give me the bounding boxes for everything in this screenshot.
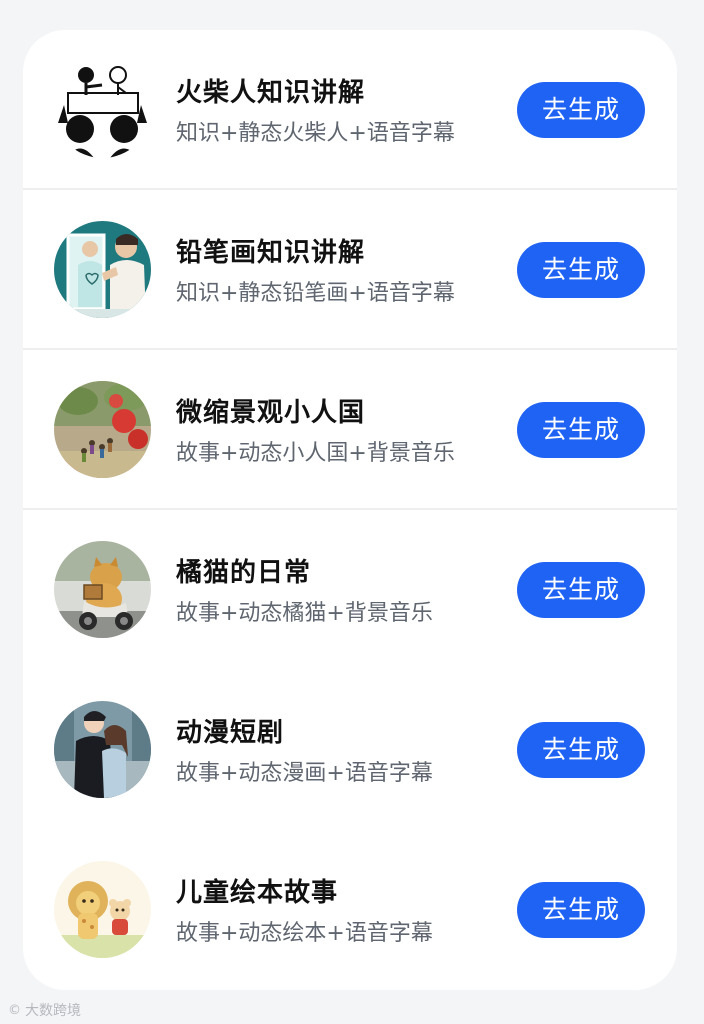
generate-button[interactable]: 去生成 — [517, 722, 645, 778]
item-title: 微缩景观小人国 — [176, 398, 366, 428]
list-item-orange-cat: 橘猫的日常 故事+动态橘猫+背景音乐 去生成 — [23, 510, 677, 670]
list-item-stickman: 火柴人知识讲解 知识+静态火柴人+语音字幕 去生成 — [23, 30, 677, 190]
watermark-text: 大数跨境 — [25, 1003, 81, 1019]
item-title: 铅笔画知识讲解 — [176, 238, 366, 268]
miniature-strawberry-image — [54, 381, 151, 478]
generate-button[interactable]: 去生成 — [517, 562, 645, 618]
list-item-picture-book: 儿童绘本故事 故事+动态绘本+语音字幕 去生成 — [23, 830, 677, 990]
item-subtitle: 故事+动态漫画+语音字幕 — [176, 761, 433, 786]
item-subtitle: 故事+动态小人国+背景音乐 — [176, 441, 455, 466]
item-title: 火柴人知识讲解 — [176, 78, 366, 108]
item-title: 动漫短剧 — [176, 718, 285, 748]
template-list-card: 火柴人知识讲解 知识+静态火柴人+语音字幕 去生成 铅笔画知识讲解 知识+静态铅… — [23, 30, 677, 990]
watermark-logo-icon: © — [8, 1002, 21, 1018]
anime-couple-image — [54, 701, 151, 798]
orange-cat-scooter-image — [54, 541, 151, 638]
generate-button[interactable]: 去生成 — [517, 882, 645, 938]
list-item-pencil-sketch: 铅笔画知识讲解 知识+静态铅笔画+语音字幕 去生成 — [23, 190, 677, 350]
watermark: © 大数跨境 — [8, 1000, 81, 1020]
pencil-sketch-mirror-image — [54, 221, 151, 318]
generate-button[interactable]: 去生成 — [517, 82, 645, 138]
list-item-miniature: 微缩景观小人国 故事+动态小人国+背景音乐 去生成 — [23, 350, 677, 510]
lion-bear-picture-book-image — [54, 861, 151, 958]
item-title: 儿童绘本故事 — [176, 878, 339, 908]
item-title: 橘猫的日常 — [176, 558, 312, 588]
stickman-whiteboard-image — [54, 61, 151, 158]
item-subtitle: 知识+静态火柴人+语音字幕 — [176, 121, 455, 146]
list-item-anime: 动漫短剧 故事+动态漫画+语音字幕 去生成 — [23, 670, 677, 830]
generate-button[interactable]: 去生成 — [517, 402, 645, 458]
item-subtitle: 故事+动态橘猫+背景音乐 — [176, 601, 433, 626]
generate-button[interactable]: 去生成 — [517, 242, 645, 298]
item-subtitle: 故事+动态绘本+语音字幕 — [176, 921, 433, 946]
item-subtitle: 知识+静态铅笔画+语音字幕 — [176, 281, 455, 306]
